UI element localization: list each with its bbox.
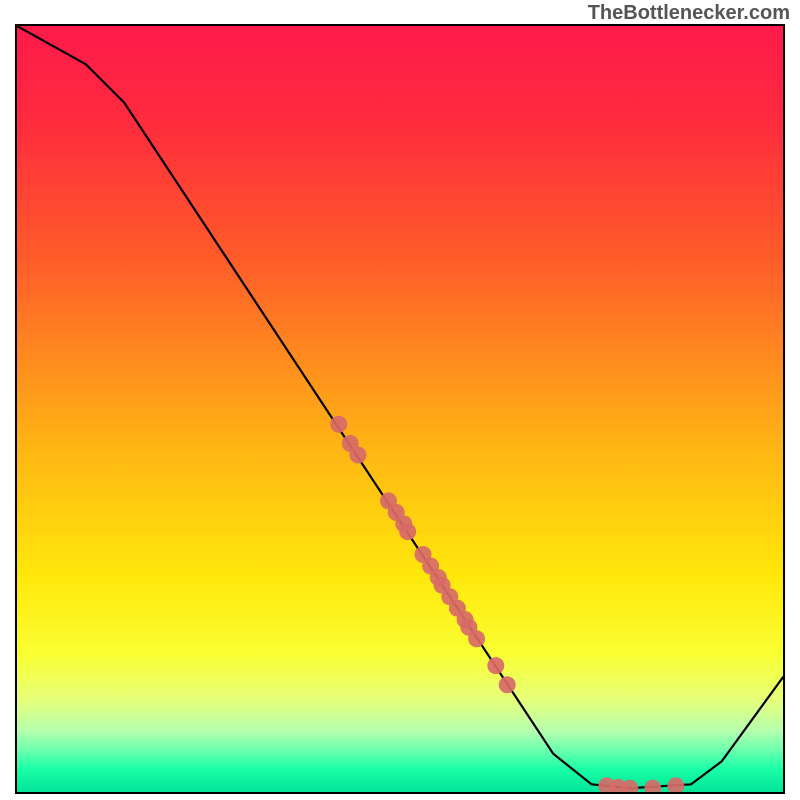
watermark-text: TheBottlenecker.com <box>588 2 790 25</box>
chart-marker <box>330 416 347 433</box>
chart-marker <box>468 630 485 647</box>
chart-marker <box>667 777 684 792</box>
chart-curve <box>17 26 783 788</box>
chart-marker <box>399 523 416 540</box>
chart-marker <box>349 447 366 464</box>
chart-marker <box>644 780 661 792</box>
chart-marker <box>487 657 504 674</box>
chart-overlay <box>17 26 783 792</box>
bottleneck-chart <box>15 24 785 794</box>
chart-marker <box>499 676 516 693</box>
chart-markers <box>330 416 684 792</box>
